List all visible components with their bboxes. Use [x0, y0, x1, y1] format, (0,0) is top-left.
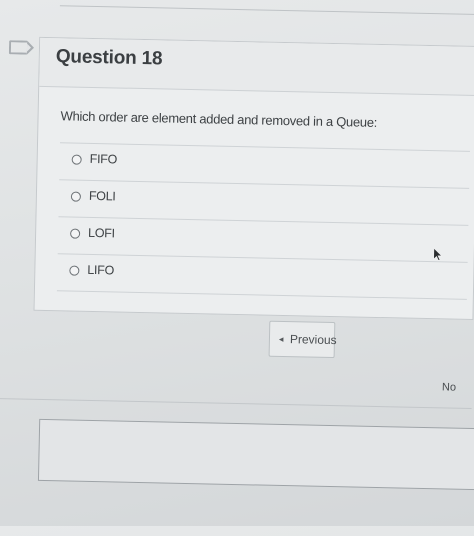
answer-options: FIFO FOLI LOFI LIFO [56, 142, 470, 300]
question-prompt: Which order are element added and remove… [60, 108, 378, 130]
previous-button[interactable]: ◂ Previous [268, 320, 337, 359]
radio-button[interactable] [70, 191, 82, 202]
answer-label: FOLI [88, 188, 116, 204]
radio-button[interactable] [70, 228, 81, 239]
quiz-page: Question 18 Which order are element adde… [0, 0, 474, 536]
question-header: Question 18 [39, 37, 474, 97]
top-divider [59, 5, 474, 16]
radio-button[interactable] [71, 154, 82, 165]
mouse-pointer-icon [433, 247, 443, 261]
question-navigation-panel [37, 418, 474, 491]
previous-label: Previous [289, 332, 337, 348]
flag-question-icon[interactable] [8, 40, 28, 55]
chevron-left-icon: ◂ [278, 333, 284, 345]
radio-button[interactable] [69, 265, 80, 276]
navigation-divider [0, 397, 472, 409]
answer-label: LOFI [87, 225, 115, 241]
answer-label: LIFO [87, 262, 115, 278]
question-title: Question 18 [55, 46, 163, 70]
next-button-partial[interactable]: No [442, 381, 456, 393]
question-card: Question 18 Which order are element adde… [33, 36, 474, 320]
answer-label: FIFO [89, 151, 118, 167]
answer-option-lifo[interactable]: LIFO [56, 253, 468, 300]
